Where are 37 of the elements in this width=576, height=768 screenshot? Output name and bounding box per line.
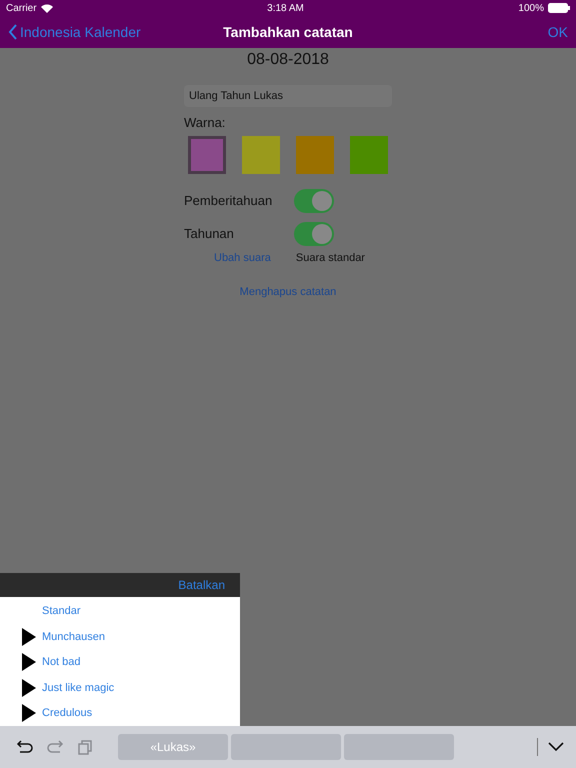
sound-option[interactable]: Munchausen [42, 630, 105, 643]
back-label[interactable]: Indonesia Kalender [20, 24, 141, 40]
toggle-label: Tahunan [184, 226, 235, 241]
sound-option[interactable]: Just like magic [42, 682, 114, 694]
play-icon[interactable] [22, 704, 36, 722]
color-swatch[interactable] [188, 136, 226, 174]
back-button[interactable]: Indonesia Kalender [8, 24, 224, 40]
color-swatch[interactable] [296, 136, 334, 174]
play-icon[interactable] [22, 678, 36, 697]
cancel-button[interactable]: Batalkan [178, 578, 225, 592]
play-icon[interactable] [22, 653, 36, 672]
delete-note-link[interactable]: Menghapus catatan [240, 286, 336, 298]
wifi-icon [40, 4, 53, 12]
color-swatch[interactable] [242, 136, 280, 174]
carrier-label: Carrier [6, 2, 37, 14]
toggle-label: Pemberitahuan [184, 193, 274, 208]
chevron-down-icon[interactable] [548, 742, 564, 752]
note-input-field[interactable]: Ulang Tahun Lukas [184, 85, 392, 107]
battery-icon [548, 3, 570, 13]
screen-title: Tambahkan catatan [223, 24, 353, 40]
toggle-switch[interactable] [294, 188, 334, 212]
change-sound-link[interactable]: Ubah suara [214, 252, 271, 264]
suggestion-button[interactable]: «Lukas» [118, 734, 228, 760]
color-label: Warna: [184, 115, 226, 130]
sound-option[interactable]: Standar [42, 605, 81, 618]
undo-icon[interactable] [16, 739, 34, 755]
chevron-left-icon [8, 24, 18, 40]
status-time: 3:18 AM [267, 2, 304, 14]
toggle-switch[interactable] [294, 222, 334, 246]
current-sound-text: Suara standar [296, 252, 365, 264]
color-swatch[interactable] [350, 136, 388, 174]
sound-option[interactable]: Not bad [42, 656, 81, 668]
battery-percent: 100% [518, 2, 544, 14]
date-heading: 08-08-2018 [247, 51, 329, 69]
play-icon[interactable] [22, 628, 36, 646]
sound-option[interactable]: Credulous [42, 707, 92, 720]
ok-button[interactable]: OK [548, 24, 568, 40]
